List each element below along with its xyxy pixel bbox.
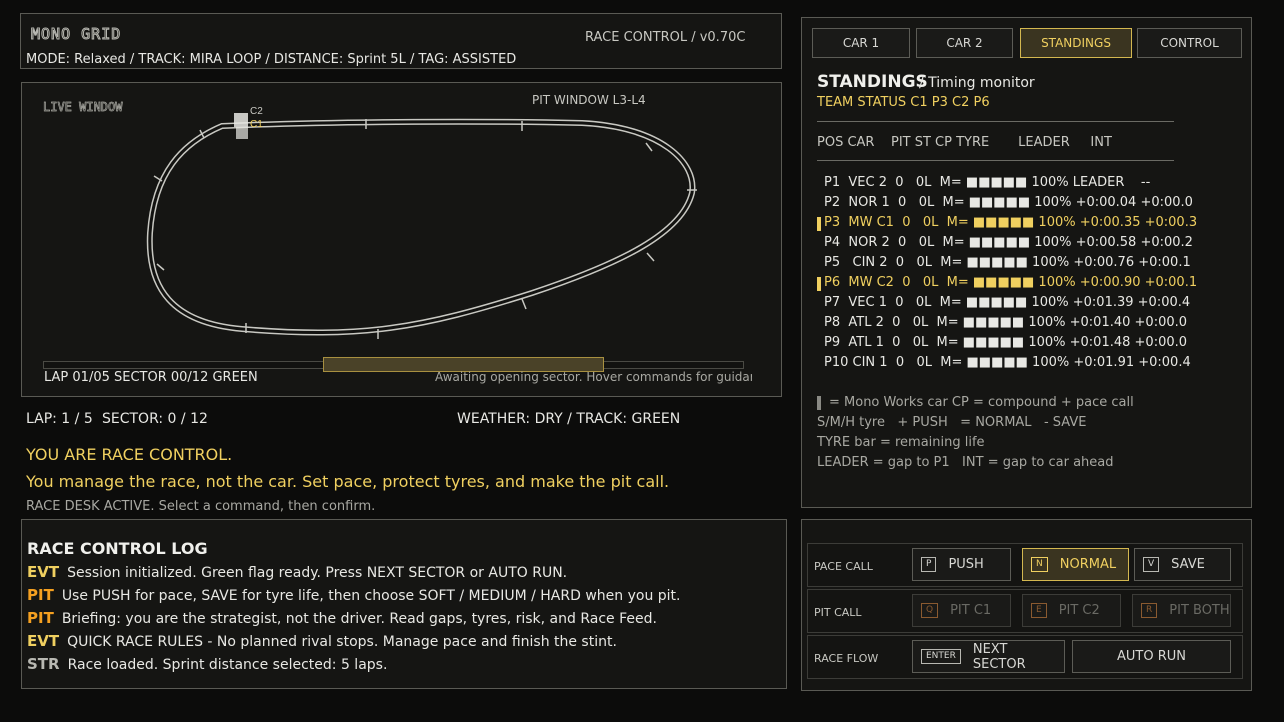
- log-entry: PIT Use PUSH for pace, SAVE for tyre life…: [27, 586, 681, 604]
- car-label-c2: C2: [250, 106, 263, 117]
- log-tag: EVT: [27, 632, 60, 650]
- push-button[interactable]: P PUSH: [912, 548, 1011, 581]
- standings-row: P5 CIN 2 0 0L M= ■■■■■ 100% +0:00.76 +0:…: [824, 255, 1191, 270]
- lap-counter: LAP: 1 / 5: [26, 411, 93, 427]
- pit-c2-button[interactable]: E PIT C2: [1022, 594, 1121, 627]
- intro-headline: YOU ARE RACE CONTROL.: [26, 445, 233, 464]
- team-car-marker: [817, 217, 821, 231]
- logo-text: MONO GRID: [30, 25, 122, 44]
- standings-row: P6 MW C2 0 0L M= ■■■■■ 100% +0:00.90 +0:…: [824, 275, 1198, 290]
- race-flow-label: RACE FLOW: [814, 652, 879, 665]
- team-status: TEAM STATUS C1 P3 C2 P6: [817, 95, 990, 110]
- race-control-version: RACE CONTROL / v0.70C: [585, 30, 746, 45]
- sector-markers: [153, 119, 697, 339]
- tab-standings[interactable]: STANDINGS: [1020, 28, 1132, 58]
- auto-run-button[interactable]: AUTO RUN: [1072, 640, 1231, 673]
- pit-c1-button[interactable]: Q PIT C1: [912, 594, 1011, 627]
- log-text: Session initialized. Green flag ready. P…: [67, 565, 568, 581]
- standings-row: P10 CIN 1 0 0L M= ■■■■■ 100% +0:01.91 +0…: [824, 355, 1191, 370]
- log-entry: PIT Briefing: you are the strategist, not…: [27, 609, 657, 627]
- legend-line-3: TYRE bar = remaining life: [817, 435, 985, 450]
- track-map-panel: LIVE WINDOW PIT WINDOW L3-L4 C2 C1 LAP 0…: [21, 82, 782, 397]
- save-button[interactable]: V SAVE: [1134, 548, 1231, 581]
- track-map: C2 C1: [146, 106, 697, 339]
- log-text: Briefing: you are the strategist, not th…: [61, 611, 657, 627]
- legend-line-2: S/M/H tyre + PUSH = NORMAL - SAVE: [817, 415, 1087, 430]
- log-tag: PIT: [27, 586, 54, 604]
- log-title: RACE CONTROL LOG: [27, 539, 208, 558]
- standings-subtitle: / Timing monitor: [919, 75, 1035, 91]
- key-n-icon: N: [1031, 557, 1048, 572]
- pace-call-label: PACE CALL: [814, 560, 873, 573]
- legend-swatch: [817, 396, 821, 410]
- log-entry: EVT Session initialized. Green flag ready…: [27, 563, 567, 581]
- weather-status: WEATHER: DRY / TRACK: GREEN: [457, 411, 681, 427]
- legend-line-1: = Mono Works car CP = compound + pace ca…: [829, 395, 1134, 410]
- desk-status: RACE DESK ACTIVE. Select a command, then…: [26, 499, 376, 514]
- key-enter-icon: ENTER: [921, 649, 961, 664]
- log-tag: STR: [27, 655, 60, 673]
- log-tag: EVT: [27, 563, 60, 581]
- standings-row: P9 ATL 1 0 0L M= ■■■■■ 100% +0:01.48 +0:…: [824, 335, 1188, 350]
- pit-both-button[interactable]: R PIT BOTH: [1132, 594, 1231, 627]
- pit-call-label: PIT CALL: [814, 606, 862, 619]
- car-markers: [234, 113, 248, 139]
- standings-columns: POS CAR PIT ST CP TYRE LEADER INT: [817, 135, 1112, 150]
- standings-row: P4 NOR 2 0 0L M= ■■■■■ 100% +0:00.58 +0:…: [824, 235, 1193, 250]
- log-text: QUICK RACE RULES - No planned rival stop…: [67, 634, 617, 650]
- team-car-marker: [817, 277, 821, 291]
- key-r-icon: R: [1141, 603, 1158, 618]
- standings-title: STANDINGS: [817, 72, 928, 92]
- standings-row: P1 VEC 2 0 0L M= ■■■■■ 100% LEADER --: [824, 175, 1151, 190]
- tab-car-1[interactable]: CAR 1: [812, 28, 910, 58]
- intro-subline: You manage the race, not the car. Set pa…: [26, 472, 670, 491]
- mode-line: MODE: Relaxed / TRACK: MIRA LOOP / DISTA…: [26, 52, 517, 67]
- tab-control[interactable]: CONTROL: [1137, 28, 1242, 58]
- header-panel: MONO GRID RACE CONTROL / v0.70C MODE: Re…: [20, 13, 782, 69]
- next-sector-button[interactable]: ENTER NEXT SECTOR: [912, 640, 1065, 673]
- standings-row: P8 ATL 2 0 0L M= ■■■■■ 100% +0:01.40 +0:…: [824, 315, 1188, 330]
- standings-row: P7 VEC 1 0 0L M= ■■■■■ 100% +0:01.39 +0:…: [824, 295, 1191, 310]
- standings-row: P3 MW C1 0 0L M= ■■■■■ 100% +0:00.35 +0:…: [824, 215, 1198, 230]
- track-outline: [146, 118, 696, 336]
- key-p-icon: P: [921, 557, 937, 572]
- key-v-icon: V: [1143, 557, 1160, 572]
- divider-top: [817, 121, 1174, 122]
- log-entry: STR Race loaded. Sprint distance selected…: [27, 655, 387, 673]
- map-status-right: Awaiting opening sector. Hover commands …: [435, 370, 752, 384]
- tab-car-2[interactable]: CAR 2: [916, 28, 1013, 58]
- log-entry: EVT QUICK RACE RULES - No planned rival s…: [27, 632, 617, 650]
- car-label-c1: C1: [250, 119, 263, 130]
- divider-mid: [817, 160, 1174, 161]
- normal-button[interactable]: N NORMAL: [1022, 548, 1129, 581]
- map-status-left: LAP 01/05 SECTOR 00/12 GREEN: [44, 370, 258, 385]
- log-text: Race loaded. Sprint distance selected: 5…: [67, 657, 388, 673]
- key-q-icon: Q: [921, 603, 939, 618]
- log-text: Use PUSH for pace, SAVE for tyre life, t…: [61, 588, 681, 604]
- log-tag: PIT: [27, 609, 54, 627]
- legend-line-4: LEADER = gap to P1 INT = gap to car ahea…: [817, 455, 1114, 470]
- standings-row: P2 NOR 1 0 0L M= ■■■■■ 100% +0:00.04 +0:…: [824, 195, 1193, 210]
- sector-counter: SECTOR: 0 / 12: [102, 411, 208, 427]
- key-e-icon: E: [1031, 603, 1047, 618]
